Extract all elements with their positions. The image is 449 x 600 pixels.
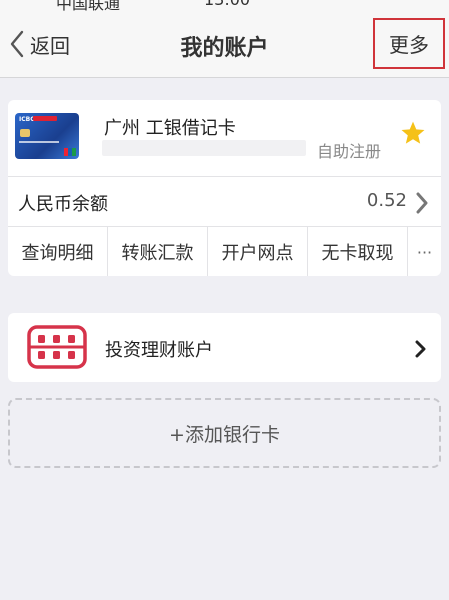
- nav-bar: 返回 我的账户 更多: [0, 12, 449, 78]
- query-details-button[interactable]: 查询明细: [8, 227, 108, 276]
- registration-status: 自助注册: [317, 142, 382, 161]
- balance-value: 0.52: [366, 190, 407, 211]
- card-number-masked: [102, 140, 306, 156]
- more-actions-button[interactable]: ···: [408, 227, 441, 276]
- bank-card-row[interactable]: ICBC 广州 工银借记卡 自助注册: [8, 100, 441, 176]
- transfer-button[interactable]: 转账汇款: [108, 227, 208, 276]
- balance-label: 人民币余额: [18, 194, 108, 215]
- card-chip: [20, 129, 30, 137]
- unionpay-logo: [64, 148, 76, 156]
- card-actions: 查询明细 转账汇款 开户网点 无卡取现 ···: [8, 226, 441, 276]
- bank-card-image: ICBC: [15, 113, 79, 159]
- card-name: 广州 工银借记卡: [104, 118, 236, 139]
- cardless-withdraw-button[interactable]: 无卡取现: [308, 227, 408, 276]
- clock-label: 13:00: [204, 0, 250, 9]
- chevron-right-icon: [415, 340, 426, 358]
- invest-account-row[interactable]: 投资理财账户: [8, 313, 441, 382]
- balance-row[interactable]: 人民币余额 0.52: [8, 176, 441, 226]
- branch-button[interactable]: 开户网点: [208, 227, 308, 276]
- bank-card-panel: ICBC 广州 工银借记卡 自助注册 人民币余额 0.52 查询明细 转账汇款 …: [8, 100, 441, 276]
- star-icon[interactable]: [400, 120, 426, 146]
- status-bar: 中国联通 13:00: [0, 0, 449, 12]
- abacus-icon: [27, 325, 87, 369]
- carrier-label: 中国联通: [56, 0, 121, 12]
- invest-account-label: 投资理财账户: [105, 340, 213, 361]
- add-bank-card-button[interactable]: +添加银行卡: [8, 398, 441, 468]
- chevron-right-icon: [416, 192, 428, 214]
- more-button[interactable]: 更多: [373, 18, 445, 69]
